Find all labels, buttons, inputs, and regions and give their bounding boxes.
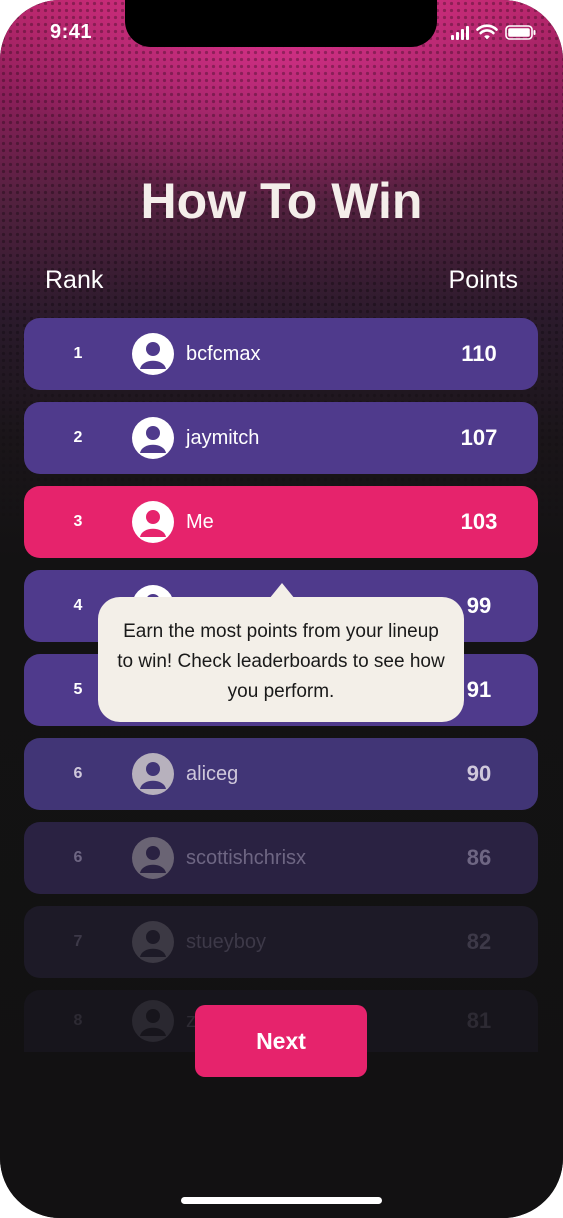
avatar-icon (132, 1000, 174, 1042)
row-rank: 7 (73, 933, 83, 950)
cellular-signal-icon (451, 24, 469, 40)
leaderboard-row[interactable]: 2 jaymitch 107 (24, 402, 538, 474)
avatar-icon (132, 837, 174, 879)
status-icons (451, 24, 537, 40)
battery-icon (505, 24, 536, 40)
page-title: How To Win (140, 173, 423, 229)
row-rank: 1 (73, 345, 83, 362)
avatar-icon (132, 333, 174, 375)
leaderboard-row-me[interactable]: 3 Me 103 (24, 486, 538, 558)
row-points: 107 (460, 425, 498, 450)
device-notch (125, 0, 437, 47)
row-username: stueyboy (186, 930, 267, 953)
status-time: 9:41 (50, 21, 93, 43)
row-username: jaymitch (186, 426, 260, 449)
phone-screen: 9:41 How To Win Rank Points 1 bcfcmax 11… (0, 0, 563, 1218)
row-rank: 6 (73, 765, 83, 782)
leaderboard-row[interactable]: 6 scottishchrisx 86 (24, 822, 538, 894)
avatar-icon (132, 501, 174, 543)
onboarding-tooltip: Earn the most points from your lineup to… (98, 597, 464, 722)
home-indicator[interactable] (181, 1197, 382, 1204)
row-username: Me (186, 510, 214, 533)
row-points: 103 (460, 509, 498, 534)
row-points: 90 (466, 761, 492, 786)
row-rank: 3 (73, 513, 83, 530)
row-points: 82 (466, 929, 492, 954)
avatar-icon (132, 753, 174, 795)
rank-column-header: Rank (45, 266, 104, 294)
wifi-icon (476, 24, 498, 40)
points-column-header: Points (448, 266, 518, 294)
row-username: aliceg (186, 762, 239, 785)
row-points: 81 (466, 1008, 492, 1033)
row-points: 86 (466, 845, 492, 870)
next-button[interactable]: Next (195, 1005, 367, 1077)
row-username: scottishchrisx (186, 846, 307, 869)
row-username: bcfcmax (186, 342, 261, 365)
leaderboard-row[interactable]: 1 bcfcmax 110 (24, 318, 538, 390)
row-points: 110 (461, 341, 497, 366)
avatar-icon (132, 417, 174, 459)
leaderboard-row[interactable]: 6 aliceg 90 (24, 738, 538, 810)
row-rank: 2 (73, 429, 83, 446)
leaderboard-row[interactable]: 7 stueyboy 82 (24, 906, 538, 978)
row-rank: 8 (73, 1012, 83, 1029)
row-rank: 6 (73, 849, 83, 866)
avatar-icon (132, 921, 174, 963)
